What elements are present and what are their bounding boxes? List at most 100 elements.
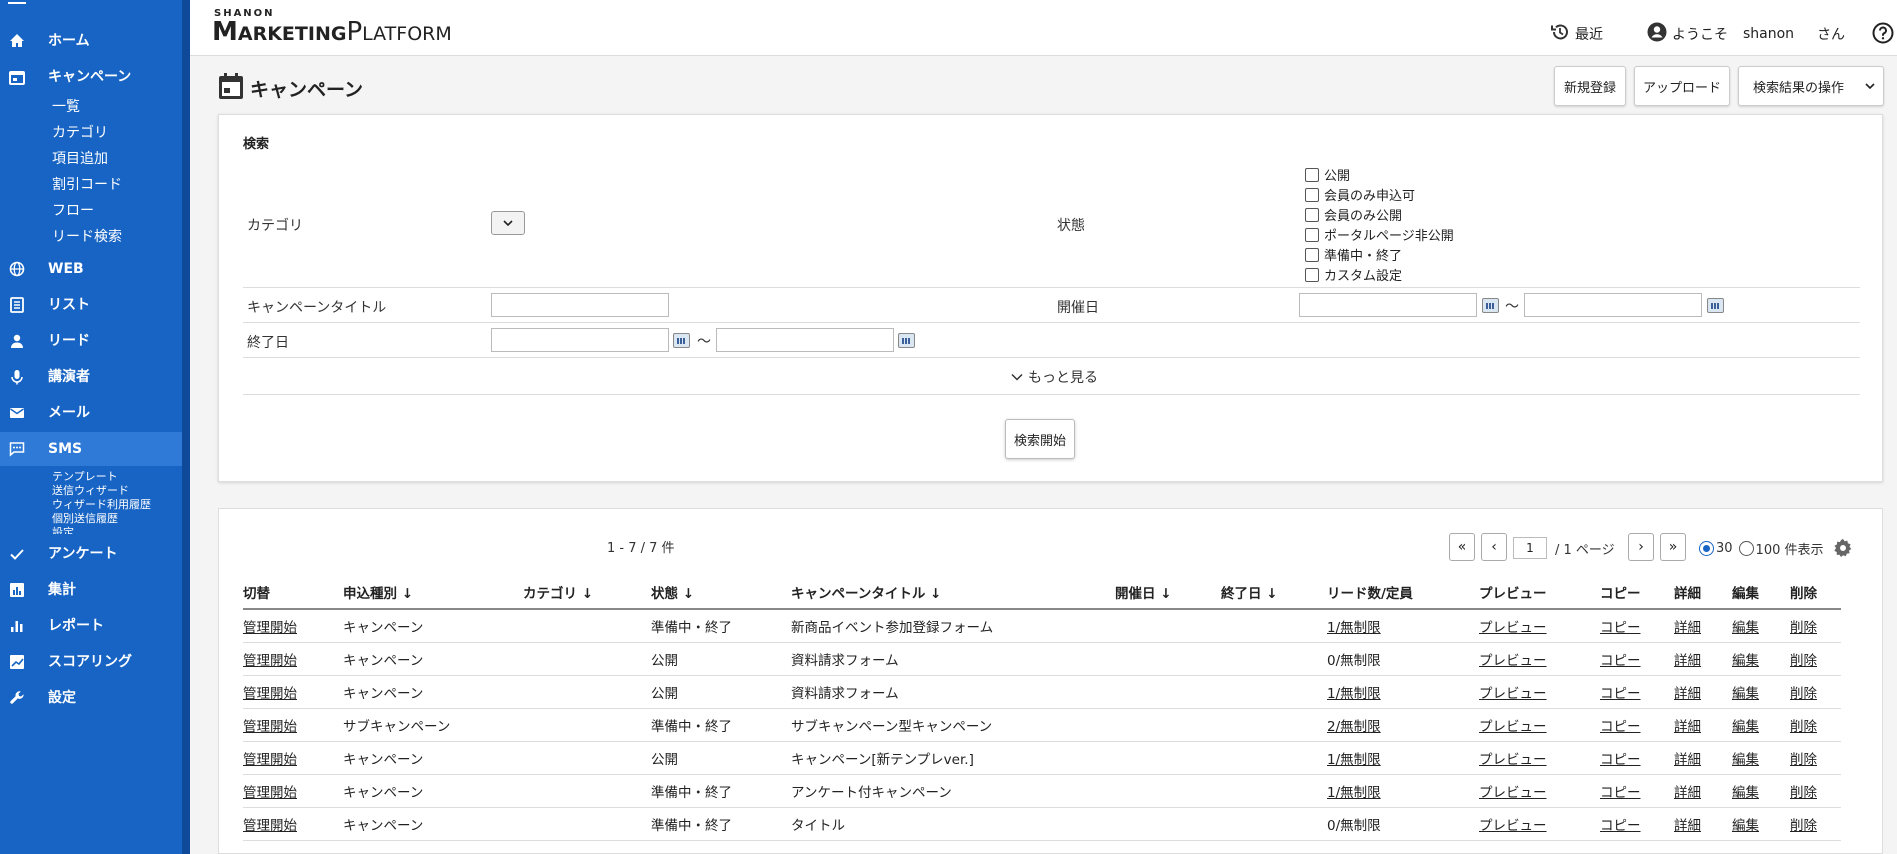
status-custom-checkbox[interactable]: カスタム設定: [1305, 265, 1402, 284]
col-status[interactable]: 状態 ↓: [651, 575, 791, 610]
leads-count[interactable]: 1/無制限: [1327, 620, 1381, 636]
edit-link[interactable]: 編集: [1732, 818, 1759, 834]
copy-link[interactable]: コピー: [1600, 620, 1641, 636]
status-public-checkbox[interactable]: 公開: [1305, 165, 1350, 184]
nav-lead[interactable]: リード: [0, 324, 182, 358]
sub-sms-wizard-history[interactable]: ウィザード利用履歴: [52, 498, 151, 511]
start-date-to-input[interactable]: [1524, 293, 1702, 317]
sub-sms-wizard[interactable]: 送信ウィザード: [52, 484, 129, 497]
delete-link[interactable]: 削除: [1790, 686, 1817, 702]
sub-campaign-add-field[interactable]: 項目追加: [52, 150, 108, 168]
end-date-to-input[interactable]: [716, 328, 894, 352]
detail-link[interactable]: 詳細: [1674, 620, 1701, 636]
leads-count[interactable]: 2/無制限: [1327, 719, 1381, 735]
per-page-100-radio[interactable]: [1738, 541, 1754, 556]
preview-link[interactable]: プレビュー: [1479, 785, 1547, 801]
edit-link[interactable]: 編集: [1732, 620, 1759, 636]
recent-button[interactable]: 最近: [1550, 22, 1603, 46]
preview-link[interactable]: プレビュー: [1479, 719, 1547, 735]
sub-campaign-lead-search[interactable]: リード検索: [52, 228, 122, 246]
start-date-from-input[interactable]: [1299, 293, 1477, 317]
sub-sms-individual-history[interactable]: 個別送信履歴: [52, 512, 118, 525]
category-select[interactable]: [491, 211, 525, 235]
sub-campaign-list[interactable]: 一覧: [52, 98, 80, 116]
brand-logo[interactable]: MARKETINGPLATFORM: [212, 17, 452, 47]
edit-link[interactable]: 編集: [1732, 752, 1759, 768]
status-portal-hidden-checkbox[interactable]: ポータルページ非公開: [1305, 225, 1454, 244]
preview-link[interactable]: プレビュー: [1479, 686, 1547, 702]
leads-count[interactable]: 1/無制限: [1327, 785, 1381, 801]
edit-link[interactable]: 編集: [1732, 653, 1759, 669]
preview-link[interactable]: プレビュー: [1479, 752, 1547, 768]
nav-settings[interactable]: 設定: [0, 681, 182, 715]
manage-start-link[interactable]: 管理開始: [243, 620, 297, 636]
sub-campaign-category[interactable]: カテゴリ: [52, 124, 108, 142]
manage-start-link[interactable]: 管理開始: [243, 785, 297, 801]
col-title[interactable]: キャンペーンタイトル ↓: [791, 575, 1115, 610]
page-number-input[interactable]: 1: [1513, 537, 1547, 559]
nav-web[interactable]: WEB: [0, 252, 182, 286]
copy-link[interactable]: コピー: [1600, 752, 1641, 768]
nav-scoring[interactable]: スコアリング: [0, 645, 182, 679]
nav-speaker[interactable]: 講演者: [0, 360, 182, 394]
end-date-from-input[interactable]: [491, 328, 669, 352]
edit-link[interactable]: 編集: [1732, 719, 1759, 735]
per-page-30-radio[interactable]: [1699, 541, 1714, 556]
delete-link[interactable]: 削除: [1790, 653, 1817, 669]
calendar-picker-icon[interactable]: [1482, 298, 1499, 313]
manage-start-link[interactable]: 管理開始: [243, 686, 297, 702]
search-start-button[interactable]: 検索開始: [1005, 419, 1075, 459]
gear-icon[interactable]: [1833, 538, 1853, 562]
show-more-toggle[interactable]: もっと見る: [1011, 367, 1098, 387]
edit-link[interactable]: 編集: [1732, 686, 1759, 702]
col-category[interactable]: カテゴリ ↓: [523, 575, 651, 610]
col-type[interactable]: 申込種別 ↓: [343, 575, 523, 610]
nav-aggregate[interactable]: 集計: [0, 573, 182, 607]
nav-sms[interactable]: SMS: [0, 432, 182, 466]
nav-mail[interactable]: メール: [0, 396, 182, 430]
detail-link[interactable]: 詳細: [1674, 752, 1701, 768]
nav-list[interactable]: リスト: [0, 288, 182, 322]
preview-link[interactable]: プレビュー: [1479, 653, 1547, 669]
status-members-apply-checkbox[interactable]: 会員のみ申込可: [1305, 185, 1415, 204]
detail-link[interactable]: 詳細: [1674, 785, 1701, 801]
detail-link[interactable]: 詳細: [1674, 719, 1701, 735]
copy-link[interactable]: コピー: [1600, 818, 1641, 834]
delete-link[interactable]: 削除: [1790, 785, 1817, 801]
nav-campaign[interactable]: キャンペーン: [0, 60, 182, 94]
copy-link[interactable]: コピー: [1600, 653, 1641, 669]
manage-start-link[interactable]: 管理開始: [243, 653, 297, 669]
nav-report[interactable]: レポート: [0, 609, 182, 643]
upload-button[interactable]: アップロード: [1634, 66, 1730, 106]
leads-count[interactable]: 1/無制限: [1327, 686, 1381, 702]
delete-link[interactable]: 削除: [1790, 752, 1817, 768]
manage-start-link[interactable]: 管理開始: [243, 752, 297, 768]
sub-campaign-discount-code[interactable]: 割引コード: [52, 176, 122, 194]
last-page-button[interactable]: »: [1660, 533, 1686, 561]
copy-link[interactable]: コピー: [1600, 686, 1641, 702]
leads-count[interactable]: 1/無制限: [1327, 752, 1381, 768]
status-preparing-ended-checkbox[interactable]: 準備中・終了: [1305, 245, 1402, 264]
sub-sms-settings[interactable]: 設定: [52, 526, 74, 534]
detail-link[interactable]: 詳細: [1674, 686, 1701, 702]
edit-link[interactable]: 編集: [1732, 785, 1759, 801]
detail-link[interactable]: 詳細: [1674, 653, 1701, 669]
copy-link[interactable]: コピー: [1600, 719, 1641, 735]
prev-page-button[interactable]: ‹: [1481, 533, 1507, 561]
delete-link[interactable]: 削除: [1790, 620, 1817, 636]
calendar-picker-icon[interactable]: [898, 333, 915, 348]
menu-icon[interactable]: [8, 2, 26, 14]
delete-link[interactable]: 削除: [1790, 719, 1817, 735]
manage-start-link[interactable]: 管理開始: [243, 719, 297, 735]
delete-link[interactable]: 削除: [1790, 818, 1817, 834]
user-menu[interactable]: ようこそ shanon さん: [1647, 22, 1845, 46]
col-end-date[interactable]: 終了日 ↓: [1221, 575, 1327, 610]
status-members-public-checkbox[interactable]: 会員のみ公開: [1305, 205, 1402, 224]
preview-link[interactable]: プレビュー: [1479, 620, 1547, 636]
calendar-picker-icon[interactable]: [1707, 298, 1724, 313]
results-operations-select[interactable]: 検索結果の操作: [1738, 66, 1884, 106]
nav-survey[interactable]: アンケート: [0, 537, 182, 571]
next-page-button[interactable]: ›: [1628, 533, 1654, 561]
sub-sms-template[interactable]: テンプレート: [52, 470, 118, 483]
manage-start-link[interactable]: 管理開始: [243, 818, 297, 834]
